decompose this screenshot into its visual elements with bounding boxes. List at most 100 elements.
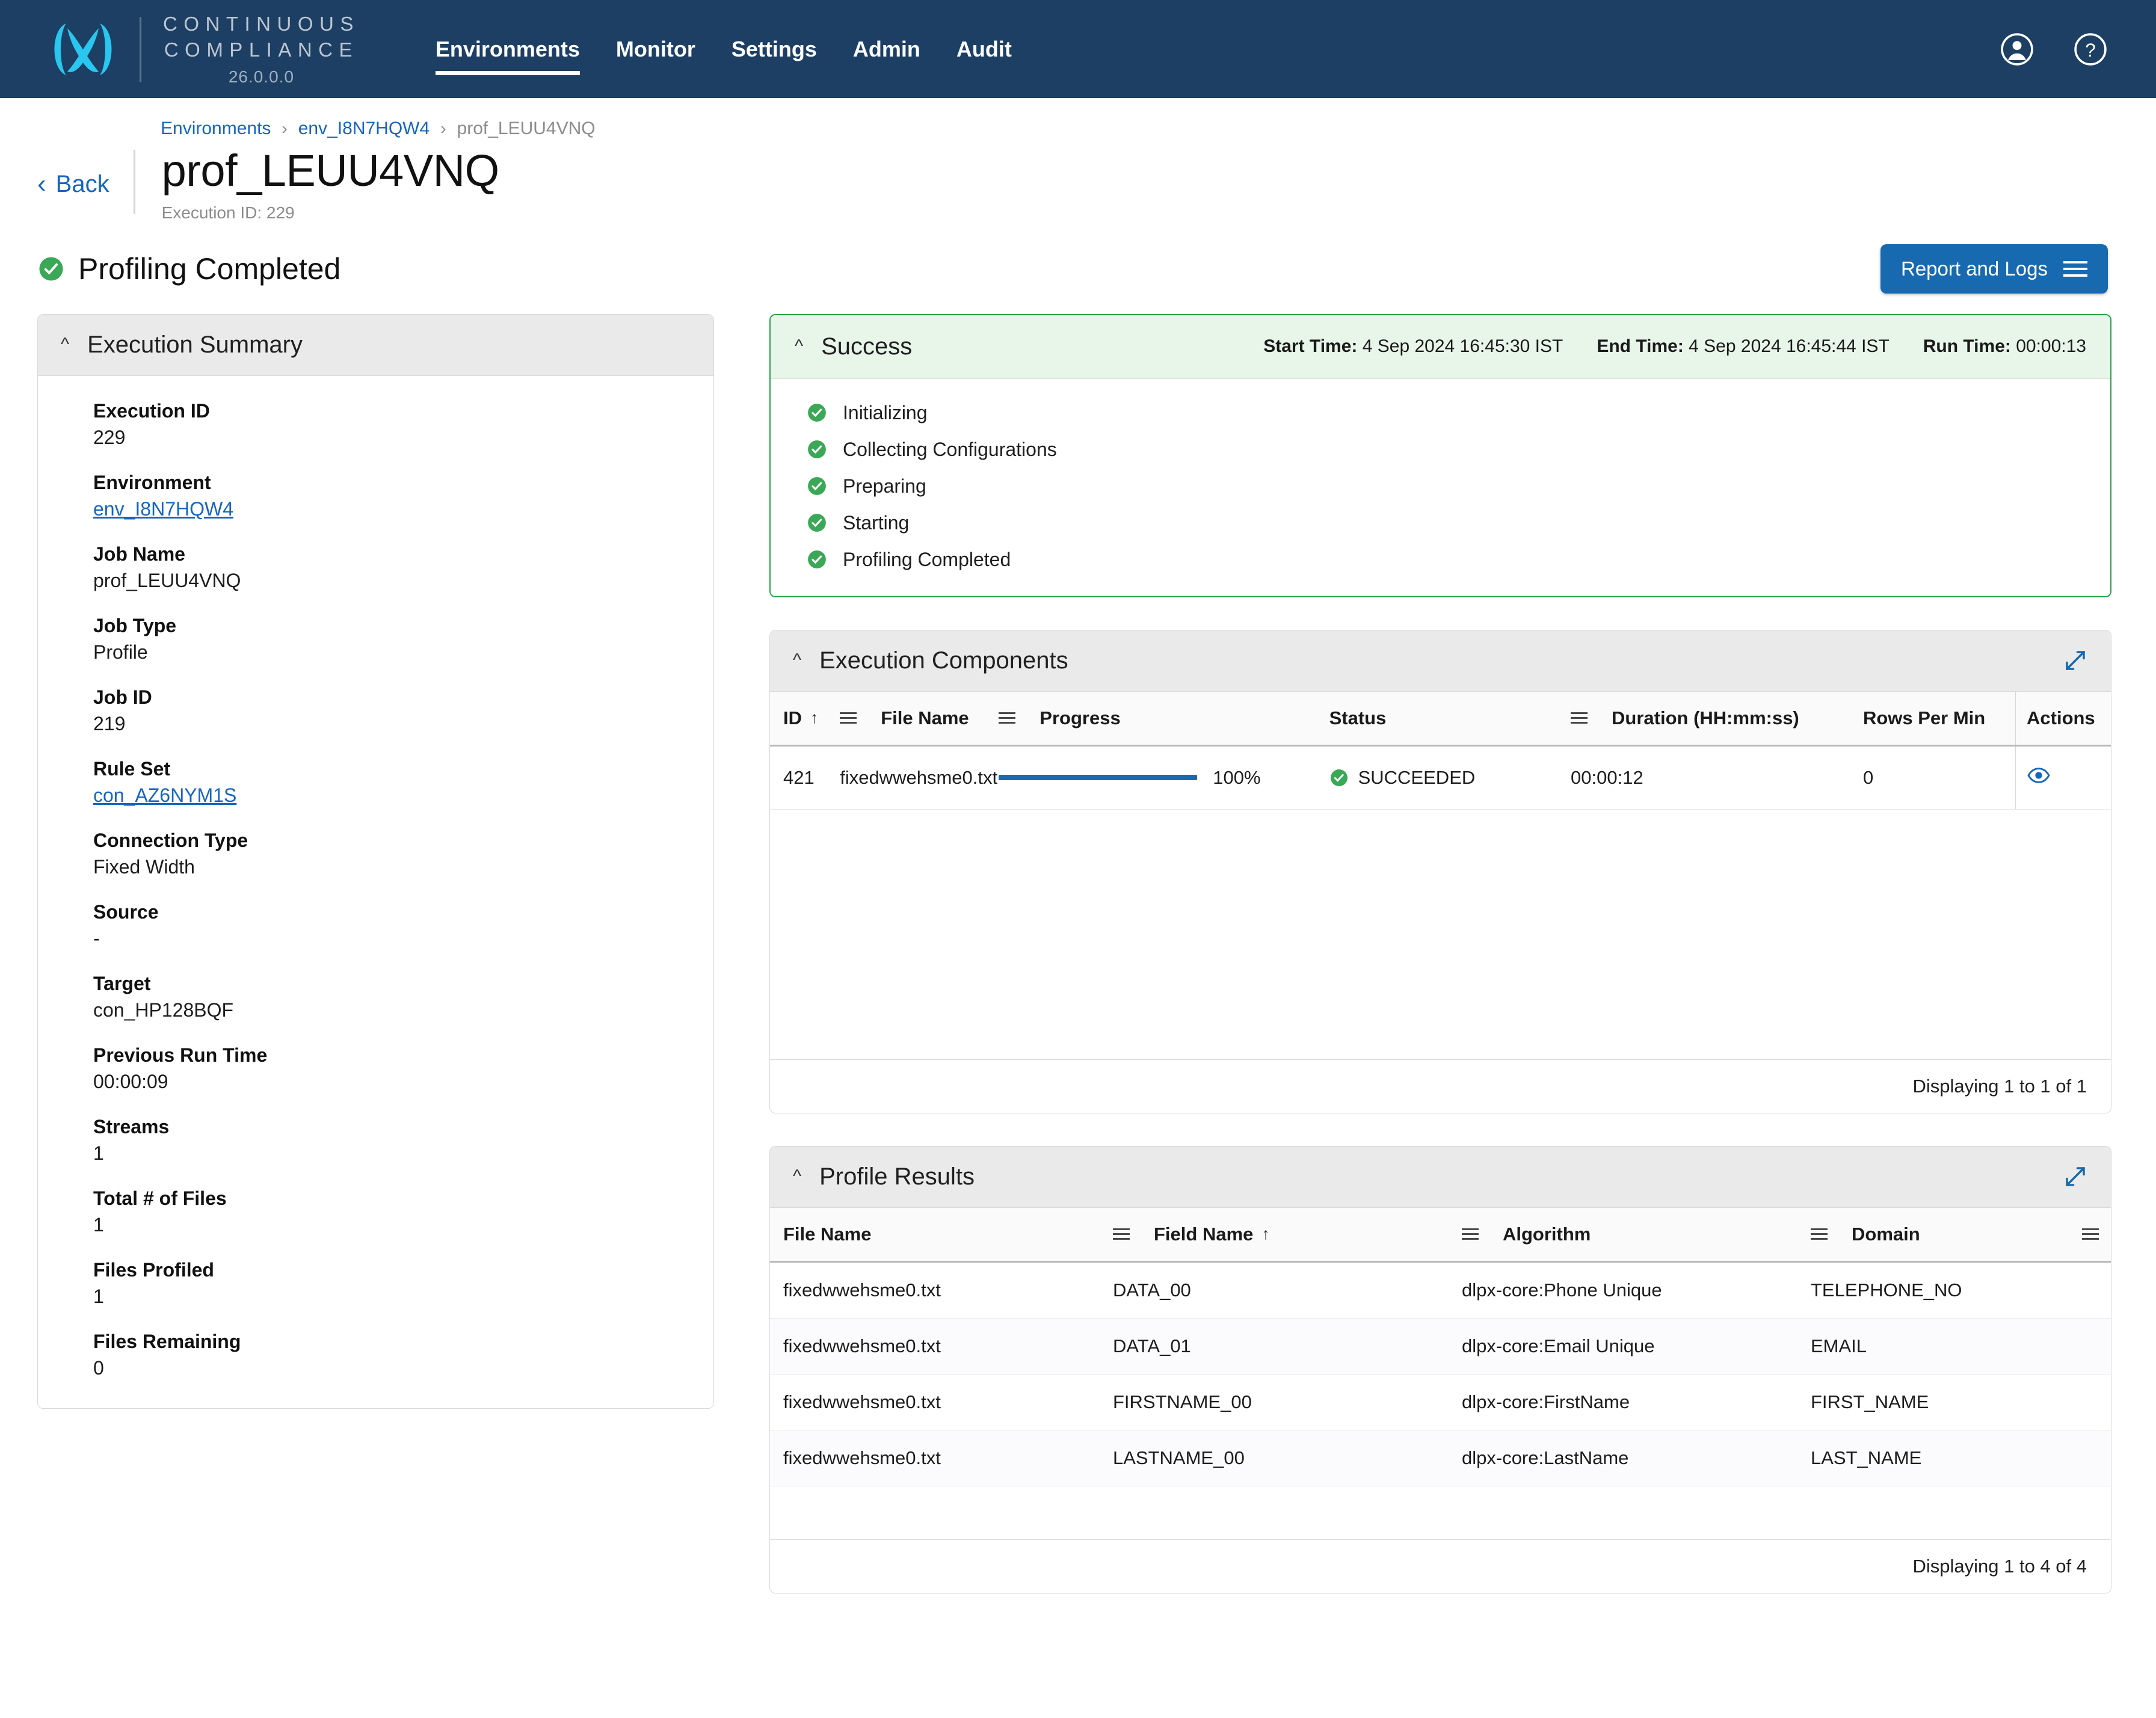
- col-header-file-name[interactable]: File Name: [840, 691, 999, 747]
- report-and-logs-button[interactable]: Report and Logs: [1880, 244, 2108, 294]
- page-title: prof_LEUU4VNQ: [161, 146, 500, 196]
- chevron-up-icon[interactable]: ^: [793, 651, 801, 670]
- field-label: Execution ID: [93, 399, 210, 422]
- column-menu-icon[interactable]: [840, 712, 857, 724]
- cell-file-name: fixedwwehsme0.txt: [840, 745, 999, 810]
- col-header-domain[interactable]: Domain: [1811, 1207, 2111, 1263]
- execution-components-panel: ^ Execution Components ID ↑ File Name Pro…: [769, 629, 2111, 1113]
- column-menu-icon[interactable]: [999, 712, 1016, 724]
- breadcrumb-item-environment[interactable]: env_I8N7HQW4: [298, 119, 430, 139]
- field-value: 229: [93, 426, 126, 448]
- column-menu-icon[interactable]: [1462, 1228, 1479, 1240]
- col-header-status[interactable]: Status: [1329, 691, 1571, 747]
- check-circle-icon: [1330, 769, 1348, 786]
- sort-asc-icon: ↑: [810, 709, 819, 727]
- nav-link-audit[interactable]: Audit: [938, 37, 1030, 62]
- back-button-label: Back: [55, 170, 109, 197]
- col-label: File Name: [881, 707, 969, 728]
- status-badge: SUCCEEDED: [1358, 766, 1476, 788]
- start-time-label: Start Time:: [1263, 336, 1358, 357]
- col-label: File Name: [783, 1223, 872, 1245]
- step-item: Profiling Completed: [771, 541, 2110, 578]
- col-header-rows-per-min[interactable]: Rows Per Min: [1862, 691, 2016, 747]
- col-header-file-name[interactable]: File Name: [770, 1207, 1113, 1263]
- field-value: 1: [93, 1213, 104, 1236]
- expand-diagonal-icon[interactable]: [2063, 1164, 2088, 1189]
- breadcrumb-separator-icon: ›: [282, 119, 288, 138]
- cell-algorithm: dlpx-core:LastName: [1462, 1430, 1811, 1486]
- profile-results-footer: Displaying 1 to 4 of 4: [770, 1539, 2111, 1593]
- field-value: prof_LEUU4VNQ: [93, 569, 241, 591]
- summary-field: Job Name prof_LEUU4VNQ: [93, 543, 713, 592]
- col-header-algorithm[interactable]: Algorithm: [1462, 1207, 1811, 1263]
- success-steps-list: Initializing Collecting Configurations P…: [771, 378, 2110, 596]
- brand-line-1: CONTINUOUS: [163, 12, 360, 35]
- profile-results-panel: ^ Profile Results File Name Field Name ↑ …: [769, 1145, 2111, 1593]
- nav-link-monitor[interactable]: Monitor: [598, 37, 713, 62]
- breadcrumb: Environments › env_I8N7HQW4 › prof_LEUU4…: [0, 119, 2156, 139]
- column-menu-icon[interactable]: [1571, 712, 1588, 724]
- field-value: con_HP128BQF: [93, 999, 234, 1021]
- col-label: Field Name: [1154, 1223, 1254, 1245]
- account-circle-icon[interactable]: [2000, 32, 2034, 67]
- help-circle-icon[interactable]: ?: [2073, 32, 2108, 67]
- back-button[interactable]: ‹ Back: [0, 171, 134, 198]
- chevron-left-icon: ‹: [37, 169, 46, 199]
- step-label: Profiling Completed: [843, 548, 1011, 570]
- column-menu-icon[interactable]: [1113, 1228, 1130, 1240]
- summary-field: Job Type Profile: [93, 615, 713, 663]
- cell-algorithm: dlpx-core:FirstName: [1462, 1374, 1811, 1430]
- execution-components-header[interactable]: ^ Execution Components: [770, 630, 2111, 692]
- success-panel-header[interactable]: ^ Success Start Time: 4 Sep 2024 16:45:3…: [771, 315, 2110, 379]
- step-item: Collecting Configurations: [771, 431, 2110, 468]
- success-panel-title: Success: [821, 333, 913, 360]
- page-execution-id: Execution ID: 229: [161, 203, 295, 222]
- cell-domain: EMAIL: [1811, 1318, 2111, 1375]
- brand-logo[interactable]: CONTINUOUS COMPLIANCE 26.0.0.0: [43, 11, 360, 87]
- end-time-label: End Time:: [1597, 336, 1684, 357]
- cell-field-name: DATA_00: [1113, 1261, 1462, 1319]
- summary-field: Previous Run Time 00:00:09: [93, 1044, 713, 1093]
- cell-file-name: fixedwwehsme0.txt: [770, 1374, 1113, 1430]
- table-empty-space: [770, 1486, 2111, 1539]
- field-value-link[interactable]: con_AZ6NYM1S: [93, 784, 713, 807]
- eye-view-icon[interactable]: [2027, 763, 2051, 787]
- field-label: Streams: [93, 1115, 170, 1138]
- end-time-value: 4 Sep 2024 16:45:44 IST: [1689, 336, 1890, 357]
- col-header-progress[interactable]: Progress: [999, 691, 1329, 747]
- col-label: Rows Per Min: [1862, 707, 1986, 728]
- field-value-link[interactable]: env_I8N7HQW4: [93, 498, 713, 520]
- cell-field-name: LASTNAME_00: [1113, 1430, 1462, 1486]
- field-value: Fixed Width: [93, 855, 195, 878]
- table-row: fixedwwehsme0.txt LASTNAME_00 dlpx-core:…: [770, 1430, 2111, 1486]
- chevron-up-icon[interactable]: ^: [795, 337, 803, 356]
- status-text: Profiling Completed: [78, 251, 341, 286]
- field-label: Environment: [93, 471, 211, 493]
- column-menu-icon[interactable]: [2082, 1228, 2099, 1240]
- brand-version: 26.0.0.0: [228, 67, 295, 87]
- step-item: Preparing: [771, 468, 2110, 505]
- execution-summary-header[interactable]: ^ Execution Summary: [38, 314, 713, 376]
- field-label: Job ID: [93, 686, 152, 708]
- col-header-id[interactable]: ID ↑: [770, 691, 840, 747]
- summary-field: Rule Set con_AZ6NYM1S: [93, 758, 713, 807]
- breadcrumb-item-environments[interactable]: Environments: [161, 119, 271, 139]
- execution-summary-panel: ^ Execution Summary Execution ID 229 Envi…: [37, 313, 714, 1409]
- col-header-duration[interactable]: Duration (HH:mm:ss): [1571, 691, 1863, 747]
- nav-link-settings[interactable]: Settings: [713, 37, 835, 62]
- chevron-up-icon[interactable]: ^: [61, 336, 69, 354]
- table-header-row: File Name Field Name ↑ Algorithm Domain: [770, 1207, 2111, 1263]
- chevron-up-icon[interactable]: ^: [793, 1168, 801, 1186]
- col-header-field-name[interactable]: Field Name ↑: [1113, 1207, 1462, 1263]
- column-menu-icon[interactable]: [1811, 1228, 1828, 1240]
- top-navigation-bar: CONTINUOUS COMPLIANCE 26.0.0.0 Environme…: [0, 0, 2156, 98]
- field-label: Rule Set: [93, 757, 171, 780]
- col-label: Domain: [1852, 1223, 1920, 1245]
- field-label: Previous Run Time: [93, 1044, 268, 1066]
- profile-results-header[interactable]: ^ Profile Results: [770, 1146, 2111, 1208]
- field-label: Files Remaining: [93, 1330, 241, 1352]
- expand-diagonal-icon[interactable]: [2063, 648, 2088, 673]
- nav-link-environments[interactable]: Environments: [417, 37, 598, 75]
- execution-components-footer: Displaying 1 to 1 of 1: [770, 1059, 2111, 1113]
- nav-link-admin[interactable]: Admin: [835, 37, 938, 62]
